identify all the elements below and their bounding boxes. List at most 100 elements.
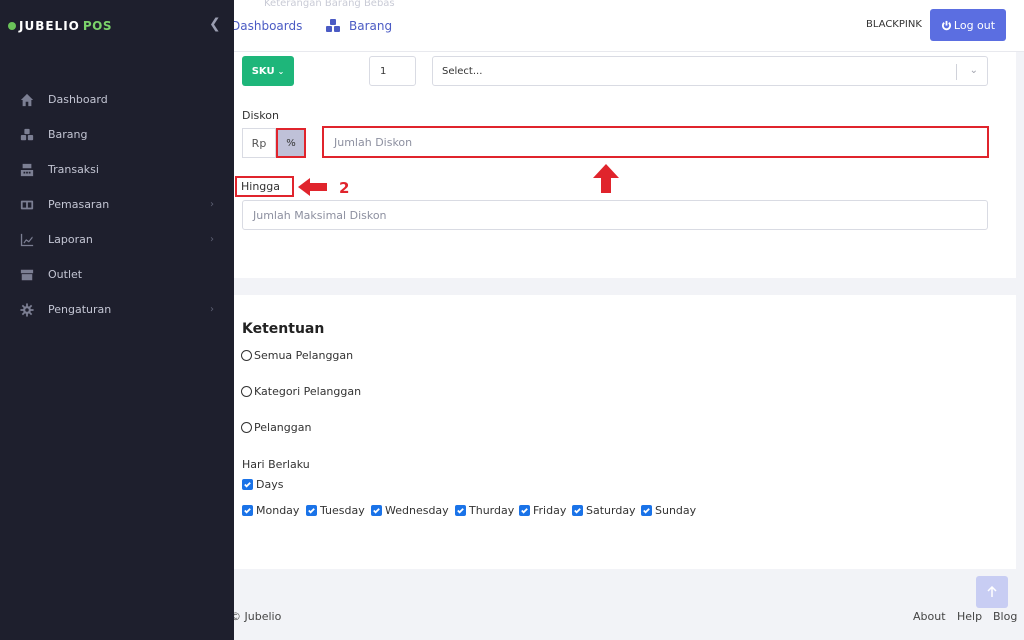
radio-semua-pelanggan[interactable]: Semua Pelanggan [241,349,353,362]
discount-amount-input[interactable]: Jumlah Diskon [322,126,989,158]
checkbox-label: Wednesday [385,504,449,517]
power-icon [941,20,951,30]
checkbox-monday[interactable]: Monday [242,504,299,517]
checkbox-checked-icon[interactable] [641,505,652,516]
checkbox-checked-icon[interactable] [242,505,253,516]
header-ghost-text: Keterangan Barang Bebas [264,0,395,9]
sidebar-item-label: Pemasaran [48,198,110,211]
sidebar-item-label: Laporan [48,233,93,246]
hari-berlaku-label: Hari Berlaku [242,458,310,471]
footer-link-about[interactable]: About [913,610,946,623]
ad-icon [20,198,34,212]
checkbox-label: Sunday [655,504,697,517]
rupiah-toggle[interactable]: Rp [242,128,276,158]
checkbox-checked-icon[interactable] [371,505,382,516]
top-header: Keterangan Barang Bebas Dashboards Baran… [231,0,1024,52]
radio-circle[interactable] [241,350,252,361]
radio-label: Kategori Pelanggan [254,385,362,398]
logout-label: Log out [953,18,996,32]
checkbox-saturday[interactable]: Saturday [572,504,636,517]
chevron-down-icon: ⌄ [277,66,285,76]
brand-suffix: POS [82,19,113,33]
checkbox-label: Tuesday [320,504,365,517]
breadcrumb-label: Dashboards [231,19,303,33]
footer-link-help[interactable]: Help [957,610,982,623]
checkbox-wednesday[interactable]: Wednesday [371,504,449,517]
chevron-right-icon: › [210,234,214,245]
sidebar-item-laporan[interactable]: Laporan › [0,222,234,257]
sidebar-item-label: Dashboard [48,93,108,106]
checkbox-label: Saturday [586,504,636,517]
checkbox-friday[interactable]: Friday [519,504,566,517]
checkbox-days[interactable]: Days [242,478,283,491]
radio-circle[interactable] [241,422,252,433]
boxes-icon [326,19,340,32]
radio-label: Semua Pelanggan [254,349,354,362]
scroll-to-top-button[interactable] [976,576,1008,608]
sidebar-nav: Dashboard Barang Transaksi Pemasaran › L… [0,82,234,327]
annotation-number-2: 2 [339,179,350,197]
store-icon [20,268,34,282]
select-placeholder: Select... [442,66,483,77]
brand-name: JUBELIO [19,19,80,33]
checkbox-checked-icon[interactable] [242,479,253,490]
register-icon [20,163,34,177]
footer-link-blog[interactable]: Blog [993,610,1017,623]
chevron-down-icon: ⌄ [969,65,978,76]
arrow-up-icon [987,586,997,597]
checkbox-checked-icon[interactable] [306,505,317,516]
breadcrumb-dashboards[interactable]: Dashboards [231,19,302,33]
annotation-arrow-left-icon [298,178,327,196]
breadcrumb-barang[interactable]: Barang [325,19,392,33]
sidebar-item-pemasaran[interactable]: Pemasaran › [0,187,234,222]
home-icon [20,93,34,107]
max-discount-input[interactable]: Jumlah Maksimal Diskon [242,200,988,230]
ketentuan-title: Ketentuan [242,321,325,337]
sidebar-item-label: Barang [48,128,88,141]
checkbox-label: Thurday [469,504,515,517]
radio-label: Pelanggan [254,421,312,434]
chevron-right-icon: › [210,304,214,315]
select-divider [956,64,957,80]
sidebar-item-label: Pengaturan [48,303,112,316]
gear-icon [20,302,34,317]
sku-label: SKU [251,65,275,77]
diskon-label: Diskon [242,109,279,122]
checkbox-checked-icon[interactable] [519,505,530,516]
checkbox-label: Days [256,478,284,491]
checkbox-checked-icon[interactable] [455,505,466,516]
checkbox-tuesday[interactable]: Tuesday [306,504,365,517]
radio-pelanggan[interactable]: Pelanggan [241,421,311,434]
sidebar-item-label: Transaksi [48,163,99,176]
sidebar-item-dashboard[interactable]: Dashboard [0,82,234,117]
hingga-label: Hingga [241,180,281,193]
user-name[interactable]: BLACKPINK [866,19,922,30]
quantity-input[interactable]: 1 [369,56,416,86]
sidebar: JUBELIO POS ❮ Dashboard Barang Transaksi… [0,0,234,640]
item-select[interactable]: Select... ⌄ [432,56,988,86]
checkbox-label: Friday [533,504,567,517]
sidebar-item-barang[interactable]: Barang [0,117,234,152]
percent-toggle[interactable]: % [276,128,306,158]
chart-icon [20,233,34,247]
checkbox-sunday[interactable]: Sunday [641,504,696,517]
footer-copyright: © Jubelio [230,610,282,623]
breadcrumb-label: Barang [349,19,393,33]
sku-dropdown-button[interactable]: SKU ⌄ [242,56,294,86]
checkbox-label: Monday [256,504,300,517]
radio-kategori-pelanggan[interactable]: Kategori Pelanggan [241,385,361,398]
sidebar-item-label: Outlet [48,268,83,281]
brand-logo[interactable]: JUBELIO POS [8,17,112,35]
chevron-right-icon: › [210,199,214,210]
checkbox-thursday[interactable]: Thurday [455,504,514,517]
ketentuan-card [234,295,1016,569]
brand-dot-icon [8,22,16,30]
logout-button[interactable]: Log out [930,9,1006,41]
sidebar-item-outlet[interactable]: Outlet [0,257,234,292]
collapse-sidebar-icon[interactable]: ❮ [209,16,221,32]
checkbox-checked-icon[interactable] [572,505,583,516]
sidebar-item-pengaturan[interactable]: Pengaturan › [0,292,234,327]
annotation-arrow-up-icon [593,164,619,193]
sidebar-item-transaksi[interactable]: Transaksi [0,152,234,187]
radio-circle[interactable] [241,386,252,397]
